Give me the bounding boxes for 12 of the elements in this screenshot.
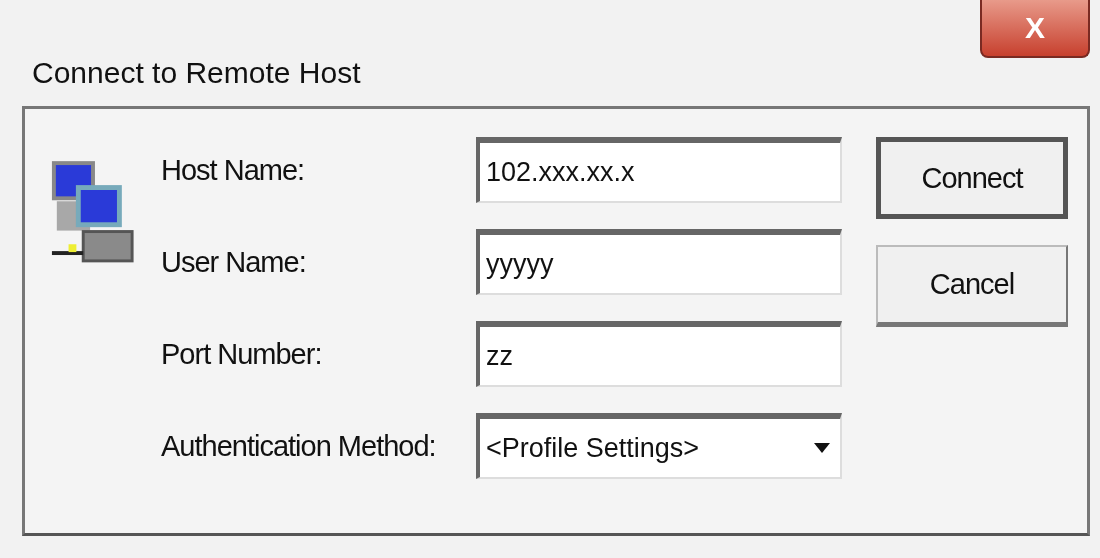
input-field[interactable]: 102.xxx.xx.x [476, 137, 842, 203]
field-label: Host Name: [161, 153, 306, 187]
dialog-button[interactable]: Connect [876, 137, 1068, 219]
field-label: User Name: [161, 245, 307, 279]
field-label: Port Number: [161, 337, 323, 371]
input-field[interactable]: zz [476, 321, 842, 387]
window-title: Connect to Remote Host [32, 56, 361, 90]
dropdown[interactable]: <Profile Settings> [476, 413, 842, 479]
field-label: Authentication Method: [161, 429, 437, 463]
dialog-button[interactable]: Cancel [876, 245, 1068, 327]
caret-icon [812, 441, 832, 455]
input-field[interactable]: yyyyy [476, 229, 842, 295]
